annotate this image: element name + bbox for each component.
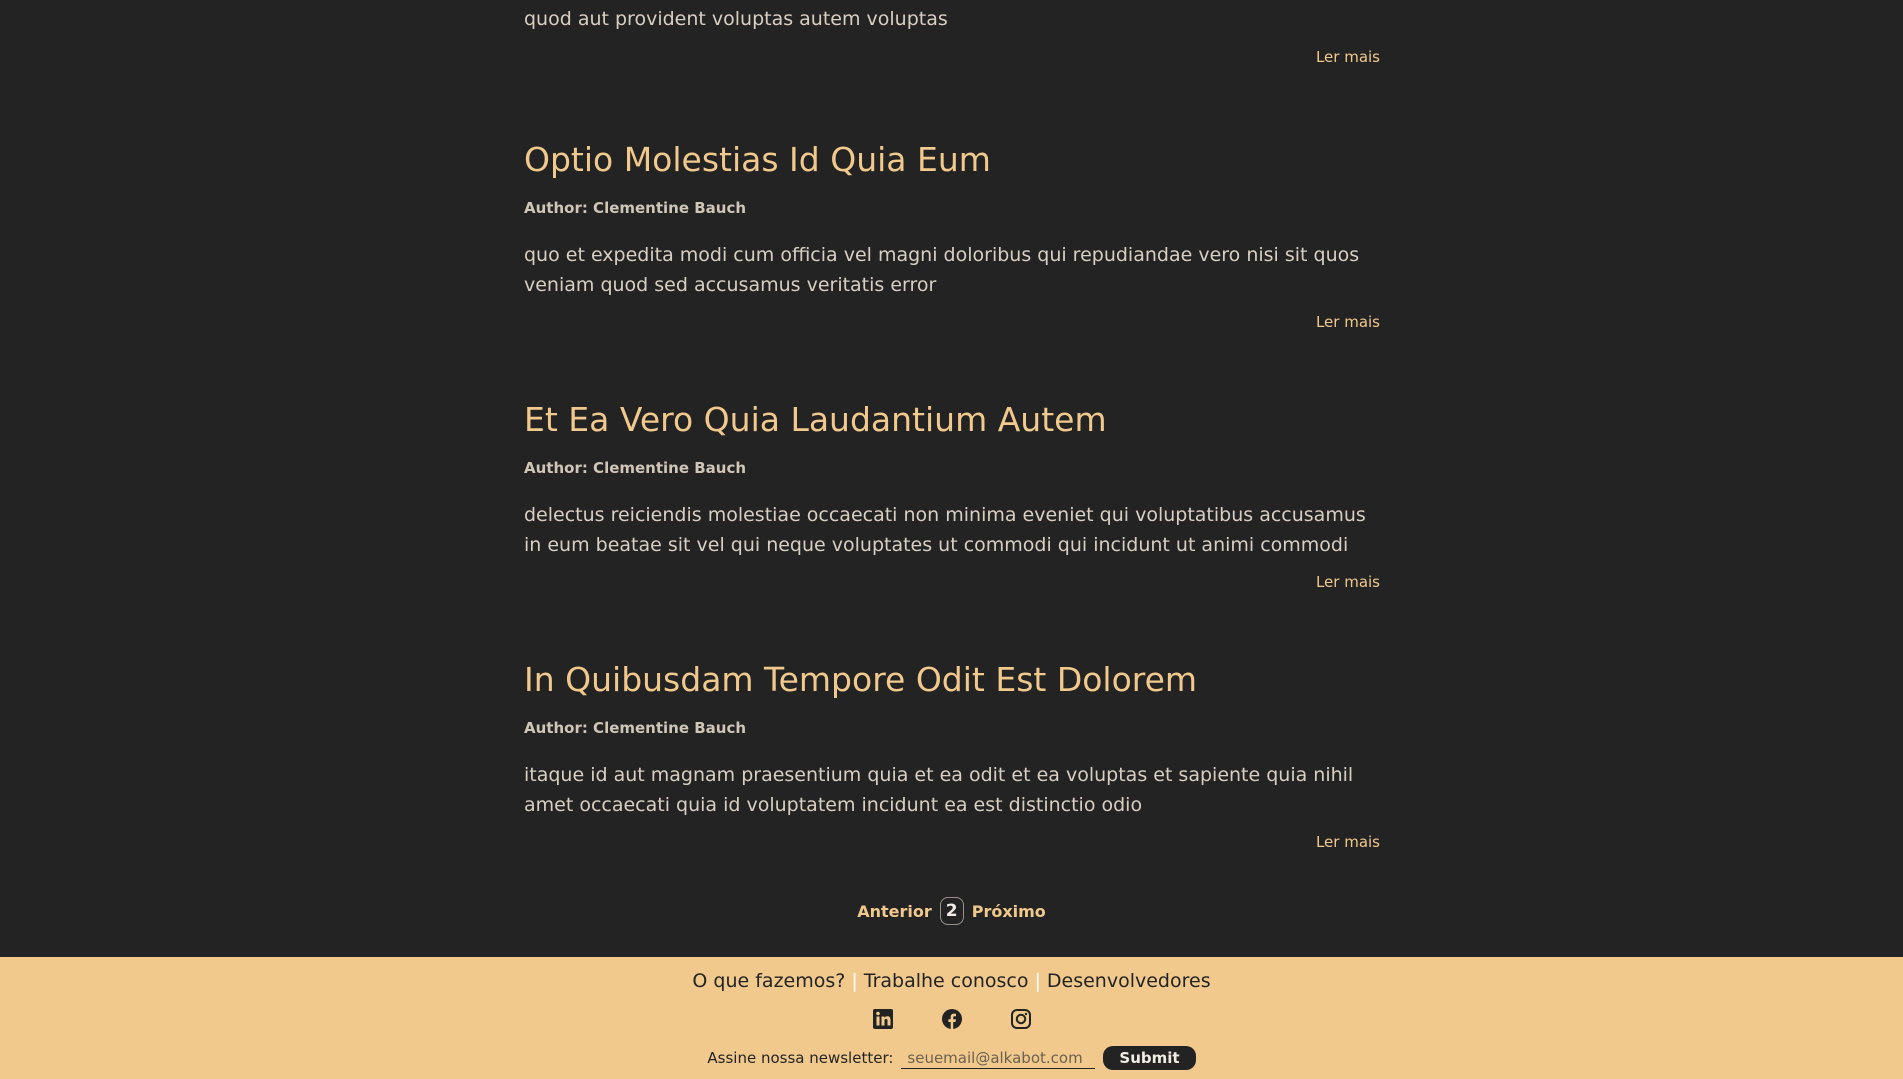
footer-link-developers[interactable]: Desenvolvedores xyxy=(1047,970,1211,992)
post-title[interactable]: Et Ea Vero Quia Laudantium Autem xyxy=(524,400,1380,440)
previous-page-button[interactable]: Anterior xyxy=(857,902,932,921)
post-title[interactable]: In Quibusdam Tempore Odit Est Dolorem xyxy=(524,660,1380,700)
read-more-link[interactable]: Ler mais xyxy=(524,312,1380,332)
post-title[interactable]: Optio Molestias Id Quia Eum xyxy=(524,140,1380,180)
newsletter-label: Assine nossa newsletter: xyxy=(707,1049,894,1067)
post-item: quod aut provident voluptas autem volupt… xyxy=(524,4,1380,67)
footer-link-what-we-do[interactable]: O que fazemos? xyxy=(692,970,845,992)
post-excerpt: itaque id aut magnam praesentium quia et… xyxy=(524,764,1354,816)
post-author: Author: Clementine Bauch xyxy=(524,719,747,737)
footer-separator: | xyxy=(851,970,858,992)
post-item: Optio Molestias Id Quia Eum Author: Clem… xyxy=(524,140,1380,332)
facebook-icon[interactable] xyxy=(941,1008,963,1030)
post-item: Et Ea Vero Quia Laudantium Autem Author:… xyxy=(524,400,1380,592)
post-excerpt: delectus reiciendis molestiae occaecati … xyxy=(524,504,1366,556)
social-links xyxy=(0,1008,1903,1030)
read-more-link[interactable]: Ler mais xyxy=(524,47,1380,67)
post-author: Author: Clementine Bauch xyxy=(524,199,747,217)
footer-link-careers[interactable]: Trabalhe conosco xyxy=(864,970,1029,992)
next-page-button[interactable]: Próximo xyxy=(972,902,1046,921)
post-excerpt: quo et expedita modi cum officia vel mag… xyxy=(524,244,1360,296)
linkedin-icon[interactable] xyxy=(872,1008,894,1030)
read-more-link[interactable]: Ler mais xyxy=(524,832,1380,852)
post-author: Author: Clementine Bauch xyxy=(524,459,747,477)
instagram-icon[interactable] xyxy=(1010,1008,1032,1030)
newsletter-email-input[interactable] xyxy=(901,1047,1096,1069)
current-page-indicator: 2 xyxy=(939,897,964,925)
site-footer: O que fazemos? | Trabalhe conosco | Desenvol… xyxy=(0,957,1903,1079)
newsletter-submit-button[interactable]: Submit xyxy=(1103,1046,1196,1070)
footer-nav: O que fazemos? | Trabalhe conosco | Desenvol… xyxy=(0,968,1903,994)
pagination: Anterior 2 Próximo xyxy=(0,897,1903,925)
footer-separator: | xyxy=(1034,970,1041,992)
post-item: In Quibusdam Tempore Odit Est Dolorem Au… xyxy=(524,660,1380,852)
post-excerpt: quod aut provident voluptas autem volupt… xyxy=(524,8,948,30)
read-more-link[interactable]: Ler mais xyxy=(524,572,1380,592)
newsletter-form: Assine nossa newsletter: Submit xyxy=(0,1046,1903,1070)
